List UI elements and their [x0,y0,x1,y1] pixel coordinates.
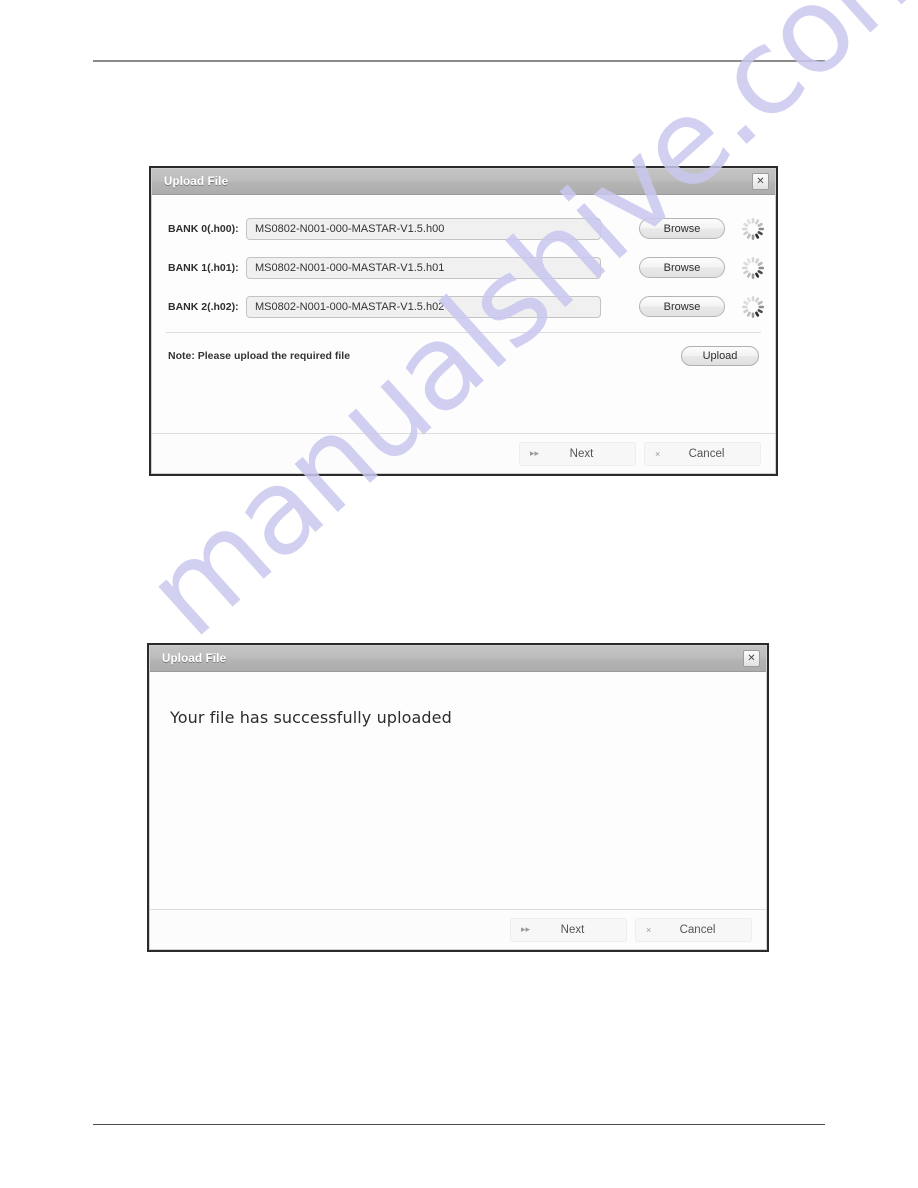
bank0-file-input[interactable] [246,217,601,240]
file-row: BANK 1(.h01): Browse [152,248,775,287]
next-button-label: Next [560,923,585,936]
cancel-x-icon: × [655,448,661,459]
bank1-label: BANK 1(.h01): [168,261,239,274]
bank2-file-input[interactable] [246,295,601,318]
dialog-inner-frame: Upload File ✕ Your file has successfully… [149,645,767,950]
dialog-titlebar: Upload File ✕ [150,646,766,672]
bank1-file-input[interactable] [246,256,601,279]
close-icon[interactable]: ✕ [752,173,769,190]
success-message: Your file has successfully uploaded [170,708,452,727]
dialog-title: Upload File [164,175,229,188]
next-arrow-icon: ▸▸ [521,924,531,934]
bank2-label: BANK 2(.h02): [168,300,239,313]
upload-file-dialog: Upload File ✕ BANK 0(.h00): Browse [149,166,778,476]
cancel-button[interactable]: × Cancel [644,441,761,466]
dialog-titlebar: Upload File ✕ [152,169,775,195]
loading-spinner-icon [739,293,767,321]
bank0-label: BANK 0(.h00): [168,222,239,235]
dialog-body: BANK 0(.h00): Browse [152,195,775,371]
cancel-button-label: Cancel [679,923,716,936]
page-header-rule [93,60,825,62]
upload-button[interactable]: Upload [681,346,759,366]
cancel-button-label: Cancel [688,447,725,460]
bank1-browse-button[interactable]: Browse [639,257,725,278]
loading-spinner-icon [739,215,767,243]
file-row: BANK 2(.h02): Browse [152,287,775,326]
upload-note-text: Note: Please upload the required file [168,350,351,362]
loading-spinner-icon [739,254,767,282]
next-arrow-icon: ▸▸ [530,448,540,458]
dialog-footer: ▸▸ Next × Cancel [152,433,775,473]
next-button[interactable]: ▸▸ Next [519,441,636,466]
dialog-inner-frame: Upload File ✕ BANK 0(.h00): Browse [151,168,776,474]
file-row: BANK 0(.h00): Browse [152,209,775,248]
cancel-button[interactable]: × Cancel [635,917,752,942]
cancel-x-icon: × [646,924,652,935]
page-footer-rule [93,1124,825,1125]
bank0-browse-button[interactable]: Browse [639,218,725,239]
close-icon[interactable]: ✕ [743,650,760,667]
dialog-body: Your file has successfully uploaded [150,672,766,727]
next-button-label: Next [569,447,594,460]
next-button[interactable]: ▸▸ Next [510,917,627,942]
upload-success-dialog: Upload File ✕ Your file has successfully… [147,643,769,952]
note-row: Note: Please upload the required file Up… [152,333,775,371]
dialog-title: Upload File [162,652,227,665]
bank2-browse-button[interactable]: Browse [639,296,725,317]
dialog-footer: ▸▸ Next × Cancel [150,909,766,949]
